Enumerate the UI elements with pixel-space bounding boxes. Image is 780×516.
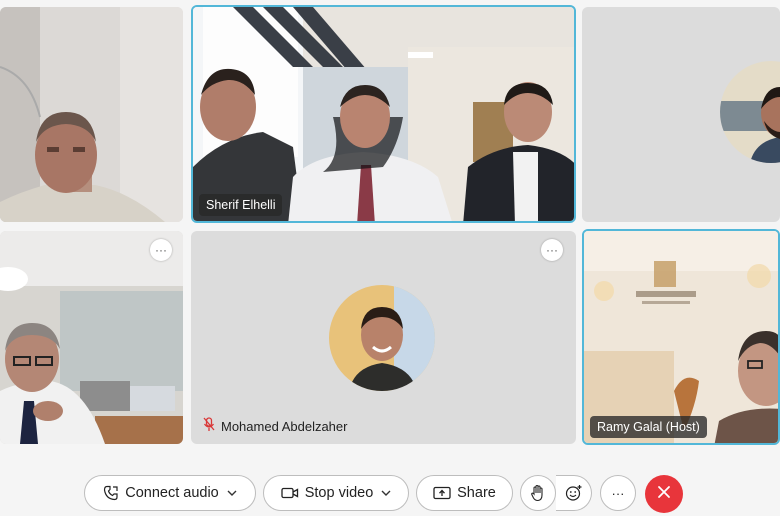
- close-icon: [657, 485, 671, 504]
- phone-arrow-icon: [103, 485, 119, 501]
- end-call-button[interactable]: [645, 475, 683, 513]
- more-options-button[interactable]: ···: [541, 239, 563, 261]
- stop-video-button[interactable]: Stop video: [263, 475, 409, 511]
- participant-video: [193, 7, 574, 221]
- share-label: Share: [457, 485, 496, 501]
- participant-name-label: Mohamed Abdelzaher: [203, 417, 347, 435]
- video-tile-participant-1[interactable]: [0, 7, 183, 222]
- connect-audio-label: Connect audio: [125, 485, 219, 501]
- participant-video: [0, 7, 183, 222]
- video-tile-participant-2[interactable]: Sherif Elhelli: [191, 5, 576, 223]
- raise-hand-button[interactable]: [520, 475, 556, 511]
- video-tile-participant-5[interactable]: ··· Mohamed Abdelzaher: [191, 231, 576, 444]
- stop-video-label: Stop video: [304, 485, 374, 501]
- participant-video: [584, 231, 778, 443]
- smile-plus-icon: [565, 484, 583, 502]
- video-tile-participant-3[interactable]: [582, 7, 780, 222]
- video-camera-icon: [281, 486, 299, 500]
- chevron-down-icon: [227, 489, 237, 497]
- share-button[interactable]: Share: [416, 475, 513, 511]
- participant-name-tag: Ramy Galal (Host): [590, 416, 707, 438]
- raise-hand-icon: [530, 484, 546, 502]
- meeting-controls-toolbar: Connect audio Stop video Share ···: [0, 475, 780, 513]
- avatar: [329, 285, 435, 391]
- reactions-button[interactable]: [556, 475, 592, 511]
- connect-audio-button[interactable]: Connect audio: [84, 475, 256, 511]
- participant-name-tag: Sherif Elhelli: [199, 194, 283, 216]
- more-options-button[interactable]: ···: [150, 239, 172, 261]
- participant-name: Mohamed Abdelzaher: [221, 418, 348, 434]
- mic-off-icon: [203, 417, 215, 435]
- participant-video: [0, 231, 183, 444]
- share-screen-icon: [433, 486, 451, 500]
- more-options-button[interactable]: ···: [600, 475, 636, 511]
- chevron-down-icon: [381, 489, 391, 497]
- avatar: [720, 61, 780, 163]
- video-tile-participant-4[interactable]: ···: [0, 231, 183, 444]
- video-tile-participant-6[interactable]: Ramy Galal (Host): [582, 229, 780, 445]
